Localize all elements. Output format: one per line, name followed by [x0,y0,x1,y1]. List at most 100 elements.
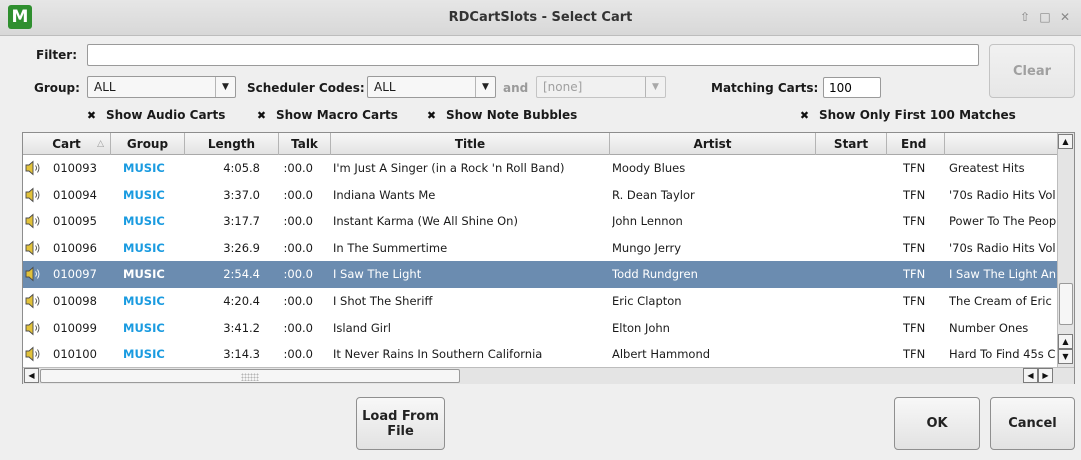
group-select[interactable]: ALL ▼ [87,76,236,98]
table-row[interactable]: 010094 MUSIC 3:37.0:00.0 Indiana Wants Me R.… [23,182,1057,209]
cell-cart: 010093 [53,161,97,175]
cell-end: TFN [903,267,926,282]
column-header-group[interactable]: Group [111,133,185,155]
clear-button[interactable]: Clear [989,44,1075,98]
scheduler-code-2-value: [none] [543,80,583,94]
table-row[interactable]: 010096 MUSIC 3:26.9:00.0 In The Summertime M… [23,235,1057,262]
ok-button[interactable]: OK [894,397,980,450]
cell-group: MUSIC [123,320,165,335]
sort-indicator-icon: △ [97,139,104,149]
column-header-cart[interactable]: Cart △ [23,133,111,155]
cell-title: Instant Karma (We All Shine On) [333,214,518,229]
show-note-bubbles-label: Show Note Bubbles [446,108,578,122]
cell-cart: 010096 [53,240,97,255]
cell-cart: 010094 [53,187,97,202]
filter-label: Filter: [36,48,78,62]
maximize-icon[interactable]: □ [1036,8,1054,26]
cell-end: TFN [903,214,926,229]
scheduler-code-2-select: [none] ▼ [536,76,666,98]
scroll-left-icon[interactable]: ◀ [24,368,39,383]
cell-album: Greatest Hits [949,161,1025,175]
cell-end: TFN [903,240,926,255]
cell-title: I Saw The Light [333,267,422,282]
cell-end: TFN [903,161,926,175]
group-select-value: ALL [94,80,116,94]
cell-group: MUSIC [123,187,165,202]
scroll-down-icon[interactable]: ▼ [1058,349,1073,364]
cell-length: 3:14.3 [223,347,260,362]
cell-cart: 010095 [53,214,97,229]
scroll-up-icon[interactable]: ▲ [1058,134,1073,149]
load-from-file-button[interactable]: Load From File [356,397,445,450]
audio-cart-icon [25,187,40,203]
filter-input[interactable] [87,44,979,66]
cell-start [818,182,885,209]
cell-start [818,208,885,235]
cell-group: MUSIC [123,347,165,362]
column-header-start[interactable]: Start [816,133,887,155]
cell-length: 3:41.2 [223,320,260,335]
close-icon[interactable]: ✕ [1056,8,1074,26]
window-shade-icon[interactable]: ⇧ [1016,8,1034,26]
vertical-scrollbar[interactable]: ▲ ▲ ▼ [1057,133,1074,367]
audio-cart-icon [25,320,40,336]
table-row[interactable]: 010093 MUSIC 4:05.8:00.0 I'm Just A Singer … [23,155,1057,182]
audio-cart-icon [25,266,40,282]
column-header-album[interactable] [945,133,1057,155]
scroll-left-icon[interactable]: ◀ [1023,368,1038,383]
scroll-up-icon[interactable]: ▲ [1058,334,1073,349]
table-row[interactable]: 010097 MUSIC 2:54.4:00.0 I Saw The Light Tod… [23,261,1057,288]
checkbox-checked-icon: ✖ [799,108,810,122]
audio-cart-icon [25,346,40,362]
cell-album: I Saw The Light An [949,267,1057,282]
column-header-artist[interactable]: Artist [610,133,816,155]
cell-artist: John Lennon [612,214,683,229]
chevron-down-icon: ▼ [645,77,665,97]
cart-table: Cart △ Group Length Talk Title Artist St… [22,132,1075,384]
column-header-title[interactable]: Title [331,133,610,155]
cell-title: It Never Rains In Southern California [333,347,543,362]
cell-start [818,235,885,262]
table-row[interactable]: 010098 MUSIC 4:20.4:00.0 I Shot The Sheriff… [23,288,1057,315]
vertical-scroll-thumb[interactable] [1059,283,1073,325]
scheduler-code-select[interactable]: ALL ▼ [367,76,496,98]
table-row[interactable]: 010095 MUSIC 3:17.7:00.0 Instant Karma (We … [23,208,1057,235]
table-row[interactable]: 010100 MUSIC 3:14.3:00.0 It Never Rains In … [23,341,1057,367]
checkbox-checked-icon: ✖ [426,108,437,122]
cell-title: I Shot The Sheriff [333,294,433,308]
cancel-button[interactable]: Cancel [990,397,1075,450]
table-row[interactable]: 010099 MUSIC 3:41.2:00.0 Island Girl Elton J… [23,315,1057,342]
cell-artist: R. Dean Taylor [612,187,695,202]
audio-cart-icon [25,293,40,309]
show-macro-carts-checkbox[interactable]: ✖ Show Macro Carts [256,108,398,122]
horizontal-scrollbar[interactable]: ◀ ◀ ▶ [23,367,1074,384]
column-header-length[interactable]: Length [185,133,279,155]
cell-start [818,341,885,367]
cell-length: 3:26.9 [223,240,260,255]
show-first-matches-checkbox[interactable]: ✖ Show Only First 100 Matches [799,108,1016,122]
scheduler-code-value: ALL [374,80,396,94]
show-note-bubbles-checkbox[interactable]: ✖ Show Note Bubbles [426,108,577,122]
column-header-talk[interactable]: Talk [279,133,331,155]
cell-end: TFN [903,294,926,308]
cell-artist: Moody Blues [612,161,686,175]
checkbox-checked-icon: ✖ [86,108,97,122]
table-header: Cart △ Group Length Talk Title Artist St… [23,133,1057,155]
chevron-down-icon: ▼ [215,77,235,97]
show-audio-carts-checkbox[interactable]: ✖ Show Audio Carts [86,108,225,122]
cell-start [818,315,885,342]
cell-artist: Mungo Jerry [612,240,682,255]
cell-length: 2:54.4 [223,267,260,282]
horizontal-scroll-thumb[interactable] [40,369,460,383]
scroll-right-icon[interactable]: ▶ [1038,368,1053,383]
column-header-end[interactable]: End [887,133,945,155]
group-label: Group: [34,81,80,95]
cell-artist: Todd Rundgren [612,267,698,282]
cell-length: 4:05.8 [223,161,260,175]
cell-cart: 010100 [53,347,97,362]
cell-artist: Elton John [612,320,670,335]
cell-album: Power To The Peop [949,214,1057,229]
cell-title: I'm Just A Singer (in a Rock 'n Roll Ban… [333,161,565,175]
cell-cart: 010098 [53,294,97,308]
cell-cart: 010099 [53,320,97,335]
